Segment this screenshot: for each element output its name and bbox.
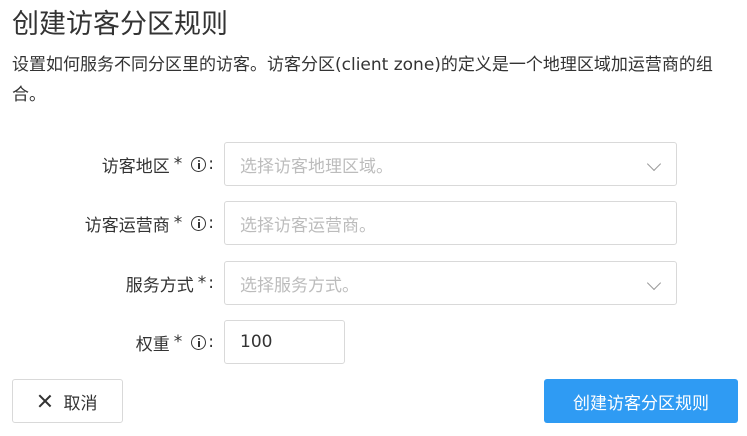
cancel-button[interactable]: 取消	[12, 379, 123, 423]
region-label-text: 访客地区	[101, 156, 170, 177]
close-icon	[38, 394, 52, 408]
page-description: 设置如何服务不同分区里的访客。访客分区(client zone)的定义是一个地理…	[12, 55, 713, 105]
weight-input[interactable]: 100	[224, 320, 345, 364]
weight-label-text: 权重	[135, 334, 170, 355]
form-row-service: 服务方式 * : 选择服务方式。	[0, 261, 747, 305]
create-rule-button-label: 创建访客分区规则	[573, 393, 709, 414]
region-select[interactable]: 选择访客地理区域。	[224, 142, 677, 186]
isp-input-placeholder: 选择访客运营商。	[240, 215, 376, 236]
service-label: 服务方式 * :	[126, 261, 214, 305]
form-row-weight: 权重 * : 100	[0, 320, 747, 364]
label-colon: :	[208, 273, 214, 293]
service-label-text: 服务方式	[125, 275, 194, 296]
service-select[interactable]: 选择服务方式。	[224, 261, 677, 305]
page-title: 创建访客分区规则	[12, 9, 228, 40]
chevron-down-icon	[646, 156, 662, 172]
create-rule-button[interactable]: 创建访客分区规则	[544, 379, 738, 423]
region-label: 访客地区 * :	[102, 142, 214, 186]
chevron-down-icon	[646, 275, 662, 291]
required-mark: *	[173, 332, 183, 352]
form-row-isp: 访客运营商 * : 选择访客运营商。	[0, 201, 747, 245]
isp-input[interactable]: 选择访客运营商。	[224, 201, 677, 245]
label-colon: :	[208, 154, 214, 174]
region-select-placeholder: 选择访客地理区域。	[240, 156, 393, 177]
label-colon: :	[208, 213, 214, 233]
info-circle-icon[interactable]	[191, 156, 207, 172]
service-select-placeholder: 选择服务方式。	[240, 275, 359, 296]
info-circle-icon[interactable]	[191, 334, 207, 350]
info-circle-icon[interactable]	[191, 215, 207, 231]
label-colon: :	[208, 332, 214, 352]
weight-label: 权重 * :	[136, 320, 214, 364]
required-mark: *	[197, 273, 207, 293]
required-mark: *	[173, 154, 183, 174]
form-row-region: 访客地区 * : 选择访客地理区域。	[0, 142, 747, 186]
cancel-button-label: 取消	[63, 393, 98, 414]
isp-label-text: 访客运营商	[84, 215, 170, 236]
required-mark: *	[173, 213, 183, 233]
weight-input-value: 100	[240, 332, 273, 352]
isp-label: 访客运营商 * :	[85, 201, 214, 245]
